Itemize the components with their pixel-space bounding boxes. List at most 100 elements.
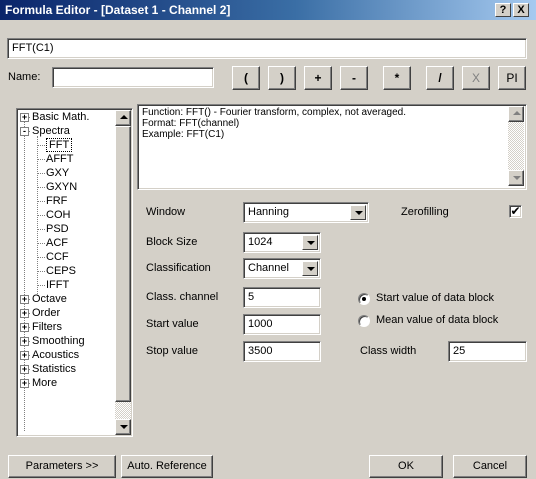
info-scroll-down-button[interactable] <box>508 170 524 186</box>
window-select[interactable]: Hanning <box>243 202 369 223</box>
expand-icon[interactable]: + <box>20 337 29 346</box>
tree-item-acoustics[interactable]: Acoustics <box>32 348 79 362</box>
zerofilling-checkbox[interactable]: ✔ <box>509 205 522 218</box>
classification-label: Classification <box>146 262 211 274</box>
expand-icon[interactable]: + <box>20 323 29 332</box>
open-paren-button[interactable]: ( <box>232 66 260 90</box>
tree-item-psd[interactable]: PSD <box>46 222 69 236</box>
tree-item-coh[interactable]: COH <box>46 208 70 222</box>
close-paren-button[interactable]: ) <box>268 66 296 90</box>
name-input[interactable] <box>52 67 214 88</box>
pi-button[interactable]: PI <box>498 66 526 90</box>
formula-editor-window: Formula Editor - [Dataset 1 - Channel 2]… <box>0 0 536 479</box>
stop-value-label: Stop value <box>146 345 198 357</box>
tree-item-label: GXYN <box>46 181 78 193</box>
tree-scroll-down-button[interactable] <box>115 419 131 435</box>
class-width-label: Class width <box>360 345 417 357</box>
divide-button[interactable]: / <box>426 66 454 90</box>
tree-item-more[interactable]: More <box>32 376 57 390</box>
plus-button[interactable]: + <box>304 66 332 90</box>
tree-scroll-thumb[interactable] <box>115 126 131 402</box>
tree-item-smoothing[interactable]: Smoothing <box>32 334 85 348</box>
window-label: Window <box>146 206 186 218</box>
tree-item-label: FRF <box>46 195 68 207</box>
expand-icon[interactable]: + <box>20 379 29 388</box>
ok-button[interactable]: OK <box>369 455 443 478</box>
expand-icon[interactable]: + <box>20 113 29 122</box>
expand-icon[interactable]: + <box>20 365 29 374</box>
start-value-label: Start value <box>146 318 199 330</box>
radio-start-value-label[interactable]: Start value of data block <box>376 292 494 304</box>
tree-item-octave[interactable]: Octave <box>32 292 67 306</box>
tree-item-label: FFT <box>49 139 70 151</box>
tree-connector <box>37 145 45 146</box>
tree-scroll-up-button[interactable] <box>115 110 131 126</box>
help-button[interactable]: ? <box>495 3 511 17</box>
window-dropdown-button[interactable] <box>350 205 366 220</box>
tree-connector <box>37 229 45 230</box>
tree-connector <box>37 243 45 244</box>
tree-item-label: Basic Math. <box>32 111 90 123</box>
radio-start-value[interactable] <box>358 293 370 305</box>
blocksize-select[interactable]: 1024 <box>243 232 321 253</box>
blocksize-dropdown-button[interactable] <box>302 235 318 250</box>
tree-item-order[interactable]: Order <box>32 306 60 320</box>
tree-item-spectra[interactable]: Spectra <box>32 124 70 138</box>
function-tree[interactable]: + Basic Math. - Spectra FFT AFFT GXY GXYN FRF COH… <box>16 108 133 437</box>
tree-item-gxyn[interactable]: GXYN <box>46 180 77 194</box>
info-format-line: Format: FFT(channel) <box>142 118 240 129</box>
cancel-button[interactable]: Cancel <box>453 455 527 478</box>
expand-icon[interactable]: + <box>20 351 29 360</box>
classification-select-value: Channel <box>248 262 289 274</box>
expand-icon[interactable]: + <box>20 295 29 304</box>
blocksize-label: Block Size <box>146 236 198 248</box>
tree-branch-line <box>37 136 38 296</box>
tree-item-label: Spectra <box>32 125 70 137</box>
class-width-input[interactable]: 25 <box>448 341 527 362</box>
collapse-icon[interactable]: - <box>20 127 29 136</box>
tree-item-label: Smoothing <box>32 335 85 347</box>
tree-connector <box>37 257 45 258</box>
tree-item-frf[interactable]: FRF <box>46 194 67 208</box>
tree-connector <box>37 173 45 174</box>
tree-item-gxy[interactable]: GXY <box>46 166 69 180</box>
tree-connector <box>37 285 45 286</box>
tree-item-label: ACF <box>46 237 68 249</box>
minus-button[interactable]: - <box>340 66 368 90</box>
name-label: Name: <box>8 71 41 83</box>
multiply-button[interactable]: * <box>383 66 411 90</box>
info-example-line: Example: FFT(C1) <box>142 129 225 140</box>
start-value-input[interactable]: 1000 <box>243 314 321 335</box>
classification-dropdown-button[interactable] <box>302 261 318 276</box>
tree-item-label: COH <box>46 209 71 221</box>
info-scroll-up-button[interactable] <box>508 106 524 122</box>
tree-connector <box>37 271 45 272</box>
class-channel-input[interactable]: 5 <box>243 287 321 308</box>
radio-mean-value-label[interactable]: Mean value of data block <box>376 314 498 326</box>
tree-item-filters[interactable]: Filters <box>32 320 62 334</box>
title-bar: Formula Editor - [Dataset 1 - Channel 2] <box>0 0 536 20</box>
class-channel-label: Class. channel <box>146 291 219 303</box>
close-button[interactable]: X <box>513 3 529 17</box>
tree-item-statistics[interactable]: Statistics <box>32 362 76 376</box>
auto-reference-button[interactable]: Auto. Reference <box>121 455 213 478</box>
tree-item-basic-math[interactable]: Basic Math. <box>32 110 89 124</box>
expand-icon[interactable]: + <box>20 309 29 318</box>
tree-item-label: CCF <box>46 251 69 263</box>
tree-connector <box>37 201 45 202</box>
tree-item-ifft[interactable]: IFFT <box>46 278 69 292</box>
formula-input[interactable]: FFT(C1) <box>7 38 527 59</box>
tree-item-ceps[interactable]: CEPS <box>46 264 76 278</box>
classification-select[interactable]: Channel <box>243 258 321 279</box>
tree-item-label: More <box>32 377 58 389</box>
tree-item-acf[interactable]: ACF <box>46 236 68 250</box>
parameters-button[interactable]: Parameters >> <box>8 455 116 478</box>
stop-value-input[interactable]: 3500 <box>243 341 321 362</box>
multiply-x-button[interactable]: X <box>462 66 490 90</box>
tree-connector <box>37 159 45 160</box>
tree-item-afft[interactable]: AFFT <box>46 152 74 166</box>
radio-mean-value[interactable] <box>358 315 370 327</box>
tree-item-ccf[interactable]: CCF <box>46 250 69 264</box>
function-info-box: Function: FFT() - Fourier transform, com… <box>137 104 527 190</box>
tree-item-fft[interactable]: FFT <box>46 138 73 152</box>
